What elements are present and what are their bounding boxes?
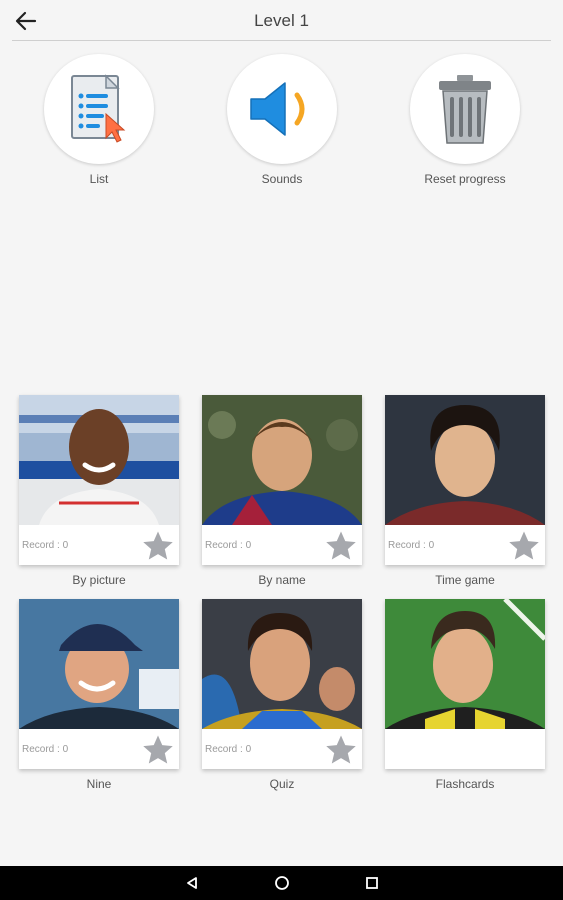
speaker-icon [250,82,305,136]
reset-option[interactable]: Reset progress [407,54,523,186]
mode-by-picture[interactable]: Record : 0 By picture [19,395,179,587]
record-text: Record : 0 [22,540,69,551]
list-icon [71,74,126,143]
star-icon [143,735,173,764]
circle-home-icon [275,876,289,890]
system-nav-bar [0,866,563,900]
mode-label: Time game [435,573,495,587]
mode-by-name[interactable]: Record : 0 By name [202,395,362,587]
header-divider [12,40,551,41]
list-option[interactable]: List [41,54,157,186]
star-icon [143,531,173,560]
mode-card[interactable]: Record : 0 [202,599,362,769]
player-photo [19,599,179,729]
star-icon [326,531,356,560]
reset-progress-button[interactable] [410,54,520,164]
star-icon [509,531,539,560]
nav-recents-button[interactable] [362,874,382,892]
reset-progress-label: Reset progress [424,172,506,186]
mode-card[interactable]: Record : 0 [385,395,545,565]
top-bar: Level 1 [0,0,563,42]
sounds-option[interactable]: Sounds [224,54,340,186]
mode-quiz[interactable]: Record : 0 Quiz [202,599,362,791]
mode-label: Nine [86,777,112,791]
trash-icon [439,75,491,144]
mode-label: By name [258,573,306,587]
mode-label: By picture [72,573,126,587]
star-icon [326,735,356,764]
mode-card[interactable]: Record : 0 [19,599,179,769]
mode-nine[interactable]: Record : 0 Nine [19,599,179,791]
player-photo [19,395,179,525]
mode-flashcards[interactable]: Flashcards [385,599,545,791]
player-photo [385,395,545,525]
record-text: Record : 0 [205,540,252,551]
mode-label: Quiz [269,777,295,791]
page-title: Level 1 [254,11,309,30]
player-photo [202,599,362,729]
sounds-button[interactable] [227,54,337,164]
mode-time-game[interactable]: Record : 0 Time game [385,395,545,587]
mode-label: Flashcards [435,777,495,791]
square-recents-icon [366,877,378,889]
nav-back-button[interactable] [182,874,202,892]
mode-card[interactable]: Record : 0 [202,395,362,565]
list-button[interactable] [44,54,154,164]
player-photo [385,599,545,729]
player-photo [202,395,362,525]
mode-card[interactable] [385,599,545,769]
triangle-back-icon [187,877,197,889]
record-text: Record : 0 [22,744,69,755]
sounds-label: Sounds [261,172,303,186]
record-text: Record : 0 [388,540,435,551]
record-text: Record : 0 [205,744,252,755]
mode-card[interactable]: Record : 0 [19,395,179,565]
nav-home-button[interactable] [272,874,292,892]
list-label: List [89,172,109,186]
